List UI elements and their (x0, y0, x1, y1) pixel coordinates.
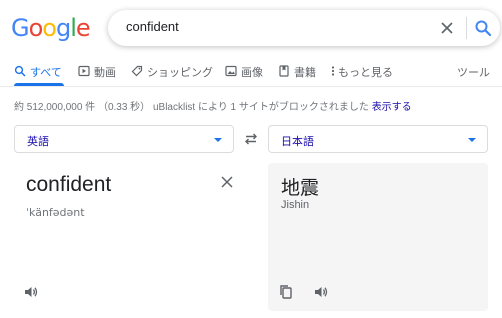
logo-letter: g (55, 14, 71, 42)
google-logo[interactable]: Google (11, 14, 91, 42)
target-language-select[interactable]: 日本語 (268, 125, 488, 153)
search-box[interactable]: confident (108, 10, 500, 46)
source-pronunciation: ˈkänfədənt (26, 206, 85, 219)
logo-letter: G (11, 14, 30, 42)
search-input[interactable]: confident (126, 19, 179, 34)
tag-icon (131, 65, 143, 77)
tab-label: 動画 (94, 67, 116, 79)
video-icon (78, 65, 90, 77)
logo-letter: o (42, 14, 57, 42)
clear-search-button[interactable] (437, 18, 457, 38)
copy-translation-button[interactable] (277, 283, 295, 301)
close-icon (441, 22, 453, 34)
tab-all[interactable]: すべて (14, 64, 64, 86)
translated-romanization: Jishin (281, 199, 310, 211)
tab-more[interactable]: もっと見る (330, 64, 393, 86)
search-icon (475, 20, 492, 37)
tab-label: 書籍 (294, 67, 316, 79)
searchbox-divider (466, 17, 467, 39)
close-icon (221, 176, 233, 188)
tab-shopping[interactable]: ショッピング (131, 64, 213, 86)
result-stats-text: 約 512,000,000 件 （0.33 秒） uBlacklist により … (14, 102, 369, 113)
image-icon (225, 65, 237, 77)
result-stats: 約 512,000,000 件 （0.33 秒） uBlacklist により … (14, 98, 412, 113)
tab-label: ショッピング (147, 67, 213, 79)
target-language-label: 日本語 (281, 136, 314, 148)
logo-letter: e (75, 14, 91, 42)
speaker-icon (315, 287, 328, 297)
show-blocked-link[interactable]: 表示する (372, 102, 412, 113)
listen-source-button[interactable] (22, 283, 40, 301)
search-tabs: すべて 動画 ショッピング 画像 書籍 もっと見る ツール (0, 60, 502, 86)
tab-label: すべて (30, 67, 62, 79)
tools-button[interactable]: ツール (457, 64, 490, 80)
tab-books[interactable]: 書籍 (278, 64, 316, 86)
chevron-down-icon (214, 138, 222, 142)
tabs-divider (0, 86, 502, 87)
translated-text: 地震 (281, 178, 320, 199)
swap-languages-button[interactable] (241, 129, 261, 149)
source-language-select[interactable]: 英語 (14, 125, 234, 153)
search-icon (14, 65, 26, 77)
copy-icon (280, 285, 292, 299)
source-text[interactable]: confident (26, 173, 111, 197)
book-icon (279, 65, 289, 77)
tab-label: 画像 (241, 67, 263, 79)
tab-videos[interactable]: 動画 (78, 64, 116, 86)
speaker-icon (25, 287, 38, 297)
tab-label: もっと見る (338, 67, 393, 79)
clear-source-button[interactable] (218, 173, 236, 191)
tab-images[interactable]: 画像 (225, 64, 263, 86)
target-panel: 地震 Jishin (268, 163, 488, 311)
more-vert-icon (331, 66, 335, 76)
search-button[interactable] (472, 17, 494, 39)
logo-letter: o (28, 14, 44, 42)
swap-icon (245, 133, 257, 145)
listen-translation-button[interactable] (312, 283, 330, 301)
source-panel: confident ˈkänfədənt (14, 163, 250, 311)
source-language-label: 英語 (27, 136, 49, 148)
chevron-down-icon (468, 138, 476, 142)
